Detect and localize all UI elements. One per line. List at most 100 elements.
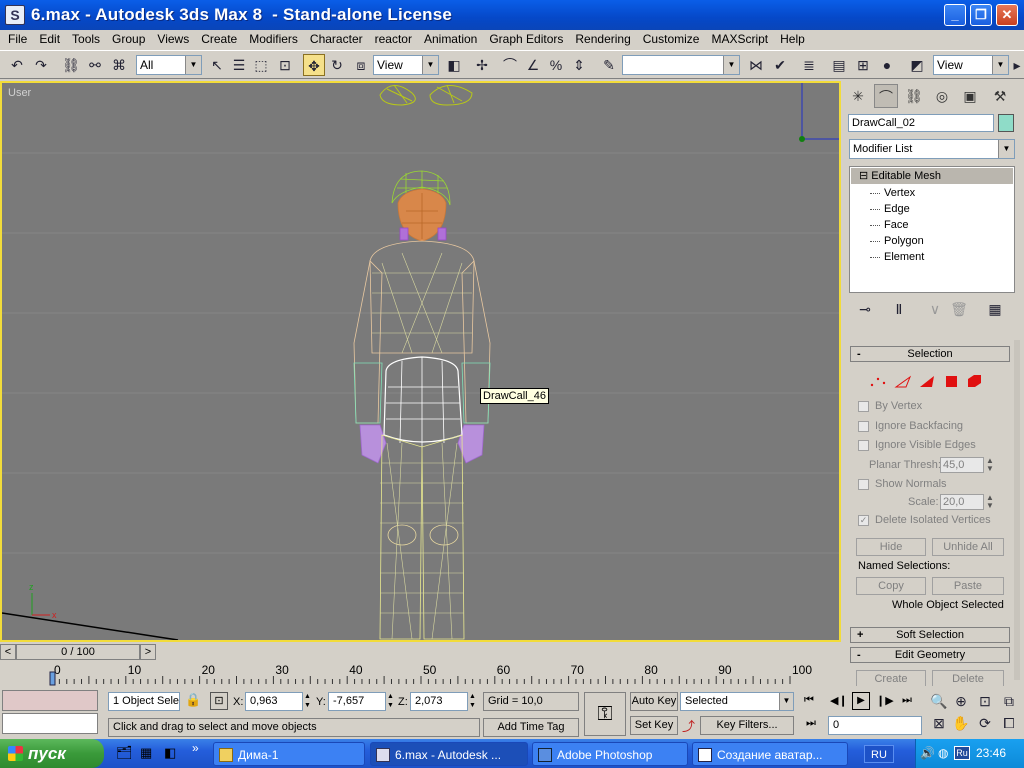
remove-modifier-icon[interactable]: 🗑 [948, 298, 970, 320]
menu-character[interactable]: Character [304, 30, 369, 49]
stack-item-editable-mesh[interactable]: ⊟ Editable Mesh [851, 168, 1013, 184]
motion-tab-icon[interactable]: ◎ [930, 84, 954, 108]
select-and-rotate-icon[interactable]: ↻ [326, 54, 348, 76]
play-icon[interactable]: ▶ [852, 692, 870, 710]
prev-frame-button[interactable]: < [0, 644, 16, 660]
named-selection-sets-dropdown[interactable]: ▼ [622, 55, 740, 75]
menu-views[interactable]: Views [151, 30, 195, 49]
task-folder[interactable]: Дима-1 [213, 742, 365, 766]
arc-rotate-icon[interactable]: ⟳ [974, 712, 996, 734]
key-mode-toggle-icon[interactable]: ⏭ [806, 717, 816, 730]
spinner-arrows-icon[interactable]: ▲ ▼ [304, 692, 311, 710]
task-3dsmax[interactable]: 6.max - Autodesk ... [370, 742, 528, 766]
select-and-scale-icon[interactable]: ⧈ [350, 54, 372, 76]
y-coordinate-field[interactable]: -7,657 [328, 692, 386, 711]
menu-help[interactable]: Help [774, 30, 811, 49]
delete-isolated-vertices-checkbox[interactable]: ✓ Delete Isolated Vertices [858, 514, 991, 526]
task-photoshop[interactable]: Adobe Photoshop [532, 742, 688, 766]
configure-modifier-sets-icon[interactable]: ▦ [984, 298, 1006, 320]
scale-spinner[interactable]: 20,0 [940, 494, 984, 510]
track-bar[interactable]: 0 10 20 30 40 50 60 70 80 90 100 [0, 662, 841, 686]
object-color-swatch[interactable] [998, 114, 1014, 132]
reference-coordinate-dropdown[interactable]: View ▼ [373, 55, 439, 75]
utilities-tab-icon[interactable]: ⚒ [988, 84, 1012, 108]
next-frame-icon[interactable]: ❙▶ [876, 694, 894, 707]
select-object-icon[interactable]: ↖ [206, 54, 228, 76]
hide-button[interactable]: Hide [856, 538, 926, 556]
spinner-arrows-icon[interactable]: ▲ ▼ [387, 692, 394, 710]
undo-icon[interactable]: ↶ [6, 54, 28, 76]
zoom-extents-icon[interactable]: ⊡ [974, 690, 996, 712]
previous-frame-icon[interactable]: ◀❙ [830, 694, 848, 707]
snaps-toggle-icon[interactable]: ⌒ [499, 54, 521, 76]
subobject-edge[interactable]: Edge [850, 201, 1014, 217]
spinner-arrows-icon[interactable]: ▲ ▼ [986, 457, 994, 473]
zoom-extents-all-icon[interactable]: ⧉ [998, 690, 1020, 712]
material-editor-icon[interactable]: ● [876, 54, 898, 76]
close-button[interactable]: ✕ [996, 4, 1018, 26]
zoom-icon[interactable]: 🔍 [928, 690, 950, 712]
hierarchy-tab-icon[interactable]: ⛓ [902, 84, 926, 108]
spinner-snap-icon[interactable]: ⇕ [568, 54, 590, 76]
menu-reactor[interactable]: reactor [369, 30, 418, 49]
rectangular-selection-icon[interactable]: ⬚ [250, 54, 272, 76]
absolute-mode-transform-icon[interactable]: ⊡ [210, 692, 228, 710]
start-button[interactable]: пуск [0, 739, 104, 768]
make-unique-icon[interactable]: ∨ [924, 298, 946, 320]
show-end-result-icon[interactable]: Ⅱ [888, 298, 910, 320]
menu-file[interactable]: File [2, 30, 33, 49]
display-tab-icon[interactable]: ▣ [958, 84, 982, 108]
menu-animation[interactable]: Animation [418, 30, 483, 49]
menu-tools[interactable]: Tools [66, 30, 106, 49]
mirror-icon[interactable]: ⋈ [745, 54, 767, 76]
select-by-name-icon[interactable]: ☰ [228, 54, 250, 76]
ignore-visible-edges-checkbox[interactable]: Ignore Visible Edges [858, 439, 976, 451]
by-vertex-checkbox[interactable]: By Vertex [858, 400, 922, 412]
curve-editor-icon[interactable]: ▤ [828, 54, 850, 76]
menu-maxscript[interactable]: MAXScript [705, 30, 774, 49]
quicklaunch-media-icon[interactable]: ▦ [140, 745, 152, 761]
selection-rollout-header[interactable]: - Selection [850, 346, 1010, 362]
edit-geometry-rollout-header[interactable]: - Edit Geometry [850, 647, 1010, 663]
menu-create[interactable]: Create [195, 30, 243, 49]
modifier-list-dropdown[interactable]: Modifier List ▼ [849, 139, 1015, 159]
spinner-arrows-icon[interactable]: ▲ ▼ [469, 692, 476, 710]
copy-button[interactable]: Copy [856, 577, 926, 595]
object-name-field[interactable]: DrawCall_02 [848, 114, 994, 132]
z-coordinate-field[interactable]: 2,073 [410, 692, 468, 711]
set-key-icon[interactable]: ⚿ [584, 692, 626, 736]
volume-icon[interactable]: 🔊 [920, 739, 935, 768]
default-in-out-tangent-icon[interactable]: ⤴ [682, 716, 695, 735]
set-key-button[interactable]: Set Key [630, 716, 678, 735]
x-coordinate-field[interactable]: 0,963 [245, 692, 303, 711]
layer-manager-icon[interactable]: ≣ [798, 54, 820, 76]
key-filters-button[interactable]: Key Filters... [700, 716, 794, 735]
maximize-button[interactable]: ❐ [970, 4, 992, 26]
maximize-viewport-icon[interactable]: ⧠ [998, 712, 1020, 734]
edit-named-selection-icon[interactable]: ✎ [598, 54, 620, 76]
perspective-viewport[interactable]: User z x DrawCall_46 [0, 81, 841, 642]
task-word-document[interactable]: Создание аватар... [692, 742, 848, 766]
delete-button[interactable]: Delete [932, 670, 1004, 686]
modify-tab-icon[interactable]: ⌒ [874, 84, 898, 108]
subobject-polygon[interactable]: Polygon [850, 233, 1014, 249]
select-and-link-icon[interactable]: ⛓ [60, 54, 82, 76]
menu-customize[interactable]: Customize [637, 30, 706, 49]
spinner-arrows-icon[interactable]: ▲ ▼ [986, 494, 994, 510]
add-time-tag-button[interactable]: Add Time Tag [483, 718, 579, 737]
create-tab-icon[interactable]: ✳ [846, 84, 870, 108]
maxscript-listener-mini[interactable] [2, 690, 98, 711]
quicklaunch-photoshop-icon[interactable]: ◧ [164, 745, 176, 761]
create-button[interactable]: Create [856, 670, 926, 686]
subobject-element[interactable]: Element [850, 249, 1014, 265]
quick-render-icon[interactable]: ▸ [1010, 54, 1024, 76]
menu-modifiers[interactable]: Modifiers [243, 30, 304, 49]
render-scene-icon[interactable]: ◩ [906, 54, 928, 76]
angle-snap-icon[interactable]: ∠ [522, 54, 544, 76]
quicklaunch-more-icon[interactable]: » [192, 741, 199, 755]
command-panel-scrollbar[interactable] [1014, 340, 1020, 680]
unlink-icon[interactable]: ⚯ [84, 54, 106, 76]
auto-key-button[interactable]: Auto Key [630, 692, 678, 711]
show-normals-checkbox[interactable]: Show Normals [858, 478, 947, 490]
next-frame-button[interactable]: > [140, 644, 156, 660]
